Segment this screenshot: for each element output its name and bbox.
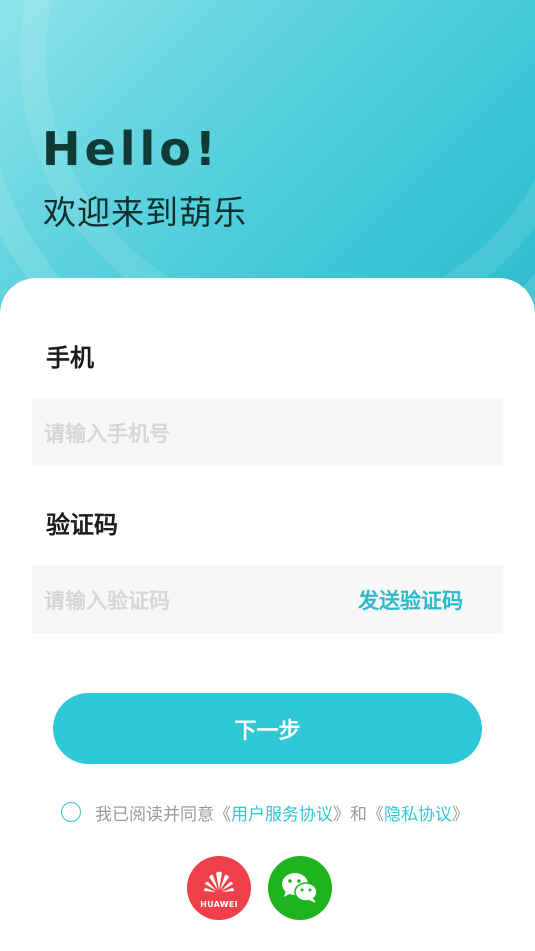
welcome-subtitle: 欢迎来到葫乐 [43, 193, 247, 232]
agreement-prefix: 我已阅读并同意《 [95, 804, 231, 825]
phone-placeholder: 请输入手机号 [44, 422, 170, 446]
send-code-button[interactable]: 发送验证码 [358, 585, 463, 615]
next-button-label: 下一步 [234, 718, 301, 744]
hello-title: Hello! [42, 122, 220, 176]
wechat-icon [282, 873, 318, 903]
huawei-login-button[interactable]: HUAWEI [187, 856, 251, 920]
agreement-middle: 》和《 [333, 804, 384, 825]
verification-code-input[interactable]: 请输入验证码 发送验证码 [32, 565, 503, 633]
code-label: 验证码 [46, 511, 118, 539]
agreement-row: 我已阅读并同意《 用户服务协议 》和《 隐私协议 》 [61, 800, 469, 825]
huawei-icon [204, 871, 234, 892]
wechat-login-button[interactable] [268, 856, 332, 920]
huawei-text: HUAWEI [200, 900, 238, 909]
agreement-suffix: 》 [452, 804, 469, 825]
phone-input[interactable]: 请输入手机号 [32, 398, 503, 466]
next-button[interactable]: 下一步 [53, 693, 482, 764]
user-agreement-link[interactable]: 用户服务协议 [231, 800, 333, 825]
privacy-policy-link[interactable]: 隐私协议 [384, 800, 452, 825]
agree-checkbox[interactable] [61, 802, 81, 822]
phone-label: 手机 [46, 344, 94, 372]
code-placeholder: 请输入验证码 [44, 589, 170, 613]
